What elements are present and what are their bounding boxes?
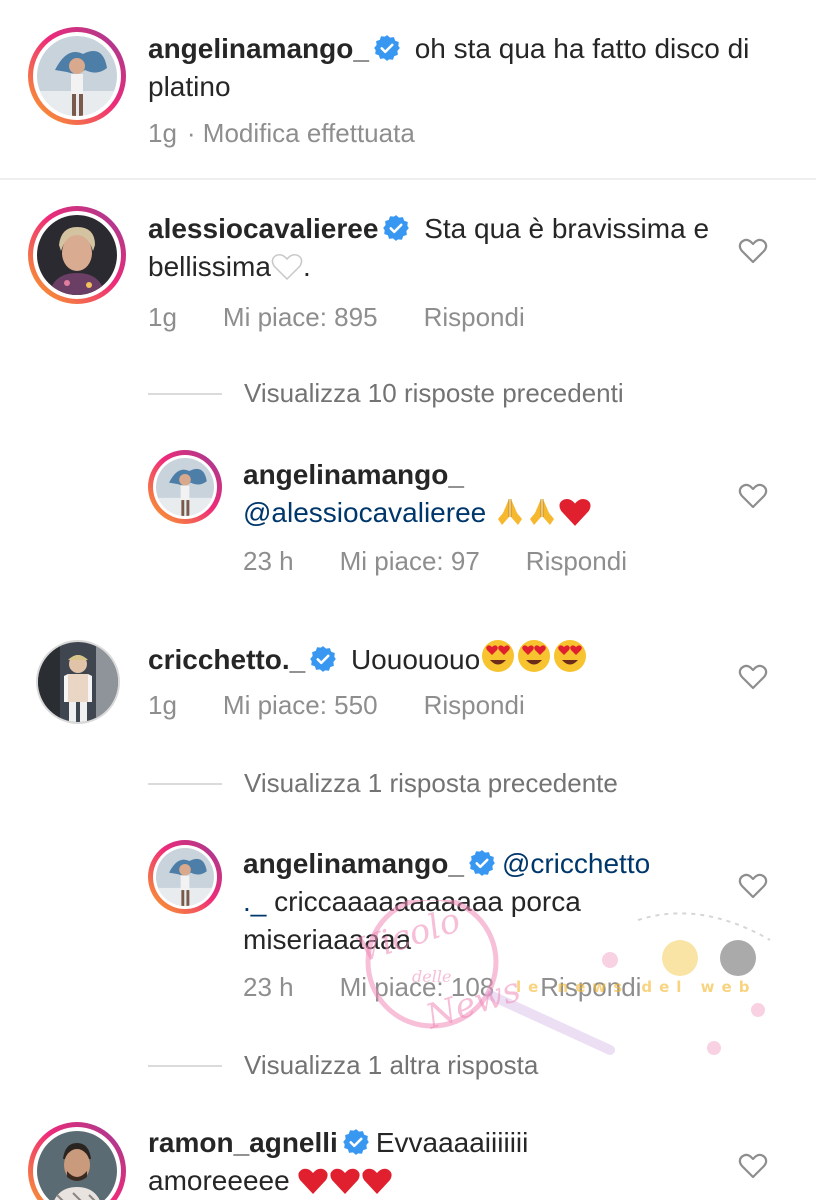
red-heart-emoji [329,1167,361,1195]
username[interactable]: alessiocavalieree [148,213,378,244]
comment-text: criccaaaaaaaaaaa porca [266,886,581,917]
view-replies-label[interactable]: Visualizza 1 risposta precedente [244,768,618,799]
replies-line [148,782,222,785]
mention-link[interactable]: @cricchetto [502,848,650,879]
username[interactable]: cricchetto._ [148,644,305,675]
timestamp: 1g [148,690,177,720]
avatar[interactable] [148,450,222,524]
like-heart-icon[interactable] [738,482,768,510]
heart-eyes-emoji [552,638,588,674]
like-count[interactable]: Mi piace: 108 [340,972,495,1003]
verified-badge-icon [342,1128,370,1156]
comment-body: ramon_agnelli Evvaaaaiiiiiii amoreeeee [148,1124,728,1200]
like-heart-icon[interactable] [738,872,768,900]
comment-meta: 23 h Mi piace: 108 Rispondi [243,972,641,1003]
avatar[interactable] [36,640,120,724]
red-heart-emoji [361,1167,393,1195]
comment-body: angelinamango_ @alessiocavalieree [243,456,723,532]
heart-eyes-emoji [480,638,516,674]
avatar[interactable] [148,840,222,914]
comment-body: alessiocavalieree Sta qua è bravissima e… [148,210,728,286]
reply-button[interactable]: Rispondi [424,690,525,721]
comment-text-line2: amoreeeee [148,1165,290,1196]
comment-text-suffix: . [302,251,311,282]
edited-label: · Modifica effettuata [186,118,415,148]
comment-meta: 1g Mi piace: 895 Rispondi [148,302,525,333]
white-heart-emoji [271,253,303,281]
reply-button[interactable]: Rispondi [540,972,641,1003]
username[interactable]: angelinamango_ [243,848,464,879]
like-count[interactable]: Mi piace: 895 [223,302,378,333]
comment-text: Uouououo [350,644,481,675]
red-heart-emoji [297,1167,329,1195]
timestamp: 1g [148,118,177,148]
comment-body: cricchetto._ Uouououo [148,638,728,679]
comment-body: angelinamango_ oh sta qua ha fatto disco… [148,30,768,106]
verified-badge-icon [468,849,496,877]
verified-badge-icon [309,645,337,673]
reply-button[interactable]: Rispondi [424,302,525,333]
timestamp: 1g [148,302,177,332]
replies-line [148,392,222,395]
mention-link-continued[interactable]: ._ [243,886,266,917]
timestamp: 23 h [243,972,294,1002]
username[interactable]: angelinamango_ [148,33,369,64]
like-count[interactable]: Mi piace: 550 [223,690,378,721]
folded-hands-emoji [526,495,558,527]
verified-badge-icon [373,34,401,62]
like-heart-icon[interactable] [738,663,768,691]
comment-meta: 1g Mi piace: 550 Rispondi [148,690,525,721]
red-heart-emoji [558,497,592,527]
comment-meta: 23 h Mi piace: 97 Rispondi [243,546,627,577]
view-replies-label[interactable]: Visualizza 1 altra risposta [244,1050,538,1081]
username[interactable]: ramon_agnelli [148,1127,338,1158]
reply-button[interactable]: Rispondi [526,546,627,577]
mention-link[interactable]: @alessiocavalieree [243,497,486,528]
like-count[interactable]: Mi piace: 97 [340,546,480,577]
view-replies-button[interactable]: Visualizza 10 risposte precedenti [148,378,624,409]
heart-eyes-emoji [516,638,552,674]
view-replies-button[interactable]: Visualizza 1 risposta precedente [148,768,618,799]
divider [0,178,816,180]
comment-text-line3: miseriaaaaaa [243,924,412,955]
username[interactable]: angelinamango_ [243,459,464,490]
verified-badge-icon [382,214,410,242]
avatar[interactable] [28,206,126,304]
view-replies-label[interactable]: Visualizza 10 risposte precedenti [244,378,624,409]
avatar[interactable] [28,27,126,125]
comment-text: Evvaaaaiiiiiii [375,1127,529,1158]
like-heart-icon[interactable] [738,1152,768,1180]
replies-line [148,1064,222,1067]
view-replies-button[interactable]: Visualizza 1 altra risposta [148,1050,538,1081]
folded-hands-emoji [494,495,526,527]
like-heart-icon[interactable] [738,237,768,265]
timestamp: 23 h [243,546,294,576]
avatar[interactable] [28,1122,126,1200]
comment-body: angelinamango_ @cricchetto ._ criccaaaaaa… [243,845,723,959]
comment-meta: 1g · Modifica effettuata [148,118,415,149]
